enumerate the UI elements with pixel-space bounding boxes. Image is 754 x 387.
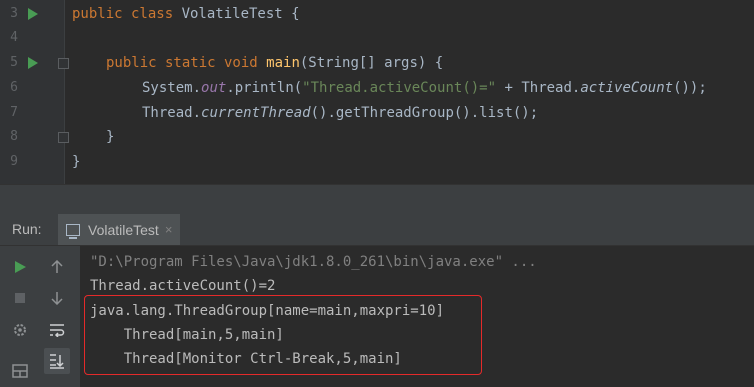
code-editor[interactable]: 3 public class VolatileTest { 4 5 public… xyxy=(0,0,754,184)
run-gutter-icon[interactable] xyxy=(28,8,38,20)
tab-label: VolatileTest xyxy=(88,221,159,238)
scroll-down-icon[interactable] xyxy=(46,287,68,309)
run-gutter-icon[interactable] xyxy=(28,57,38,69)
console-icon xyxy=(66,223,80,239)
line-number: 6 xyxy=(10,80,18,95)
scroll-up-icon[interactable] xyxy=(46,256,68,278)
soft-wrap-icon[interactable] xyxy=(46,319,68,341)
scroll-to-end-icon[interactable] xyxy=(44,348,70,374)
code-text: public class VolatileTest { xyxy=(72,6,300,22)
tab-volatiletest[interactable]: VolatileTest × xyxy=(58,214,181,245)
code-line-9: 9 } xyxy=(0,150,754,174)
code-line-4: 4 xyxy=(0,26,754,50)
console-command: "D:\Program Files\Java\jdk1.8.0_261\bin\… xyxy=(90,254,537,270)
run-label: Run: xyxy=(12,221,42,237)
fold-icon[interactable] xyxy=(58,132,69,143)
run-icon[interactable] xyxy=(9,256,31,278)
code-line-3: 3 public class VolatileTest { xyxy=(0,2,754,26)
layout-icon[interactable] xyxy=(9,360,31,382)
code-text: } xyxy=(106,129,115,145)
line-number: 7 xyxy=(10,105,18,120)
code-text: Thread.currentThread().getThreadGroup().… xyxy=(142,105,539,121)
line-number: 4 xyxy=(10,30,18,45)
line-number: 9 xyxy=(10,154,18,169)
code-line-6: 6 System.out.println("Thread.activeCount… xyxy=(0,76,754,100)
line-number: 5 xyxy=(10,55,18,70)
close-icon[interactable]: × xyxy=(165,222,173,237)
code-text: public static void main(String[] args) { xyxy=(106,55,444,71)
code-text: System.out.println("Thread.activeCount()… xyxy=(142,80,707,96)
run-toolwindow-header: Run: VolatileTest × xyxy=(0,214,754,246)
stop-icon[interactable] xyxy=(9,287,31,309)
panel-divider[interactable] xyxy=(0,184,754,215)
line-number: 3 xyxy=(10,6,18,21)
settings-icon[interactable] xyxy=(9,319,31,341)
code-line-5: 5 public static void main(String[] args)… xyxy=(0,51,754,75)
line-number: 8 xyxy=(10,129,18,144)
code-text: } xyxy=(72,154,81,170)
code-line-8: 8 } xyxy=(0,125,754,149)
code-line-7: 7 Thread.currentThread().getThreadGroup(… xyxy=(0,101,754,125)
run-toolbar xyxy=(0,246,80,387)
highlight-annotation xyxy=(84,295,482,375)
fold-icon[interactable] xyxy=(58,58,69,69)
